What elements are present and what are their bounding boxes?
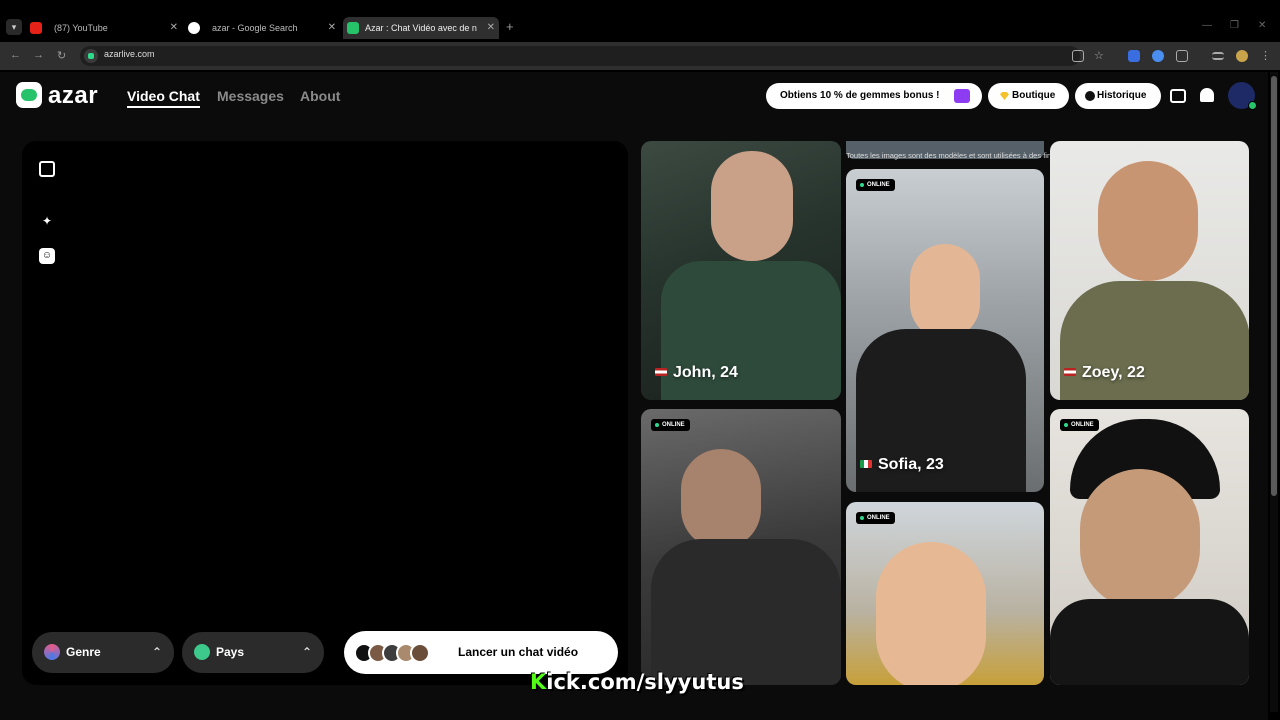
tab-google[interactable]: azar - Google Search ✕ [184, 17, 340, 39]
stream-overlay-text: Kick.com/slyyutus [530, 670, 744, 694]
url-field[interactable]: azarlive.com [80, 46, 1080, 66]
start-video-chat-button[interactable]: Lancer un chat vidéo [344, 631, 618, 674]
tab-search-button[interactable]: ▾ [6, 19, 22, 35]
us-flag-icon [655, 368, 667, 376]
avatar [410, 643, 430, 663]
azar-logo-icon[interactable] [16, 82, 42, 108]
close-tab-icon[interactable]: ✕ [487, 17, 495, 39]
profile-photo-body [1060, 281, 1249, 400]
chevron-up-icon: ⌃ [151, 645, 162, 659]
profile-photo-body [651, 539, 841, 685]
online-status-dot [1248, 101, 1257, 110]
azar-icon [347, 22, 359, 34]
install-app-icon[interactable] [1072, 50, 1084, 62]
profile-photo [681, 449, 761, 549]
profile-name: Sofia, 23 [860, 456, 944, 474]
google-icon [188, 22, 200, 34]
close-window-icon[interactable]: ✕ [1258, 20, 1266, 31]
profile-photo [910, 244, 980, 339]
profile-card[interactable]: ONLINE [1050, 409, 1249, 685]
new-tab-button[interactable]: + [506, 19, 514, 34]
face-filter-icon[interactable]: ☺ [39, 248, 55, 264]
scrollbar-thumb[interactable] [1271, 76, 1277, 496]
profile-name: John, 24 [655, 364, 738, 382]
profile-card[interactable]: ONLINE [846, 502, 1044, 685]
bonus-gems-button[interactable]: Obtiens 10 % de gemmes bonus ! [766, 83, 982, 109]
youtube-icon [30, 22, 42, 34]
profile-photo [876, 542, 986, 685]
inbox-icon[interactable] [1170, 89, 1186, 103]
close-tab-icon[interactable]: ✕ [328, 17, 336, 39]
nav-about[interactable]: About [300, 88, 340, 104]
bookmark-star-icon[interactable]: ☆ [1094, 50, 1106, 62]
profile-gallery: John, 24 ONLINE ONLINE Sofia, 23 ONLINE … [641, 141, 1249, 685]
address-bar-row: ← → ↻ azarlive.com ☆ ⋮ [0, 42, 1280, 70]
online-badge: ONLINE [1060, 419, 1099, 431]
it-flag-icon [860, 460, 872, 468]
history-button[interactable]: Historique [1075, 83, 1161, 109]
gender-filter-button[interactable]: Genre ⌃ [32, 632, 174, 673]
country-filter-button[interactable]: Pays ⌃ [182, 632, 324, 673]
expand-icon[interactable] [39, 161, 55, 177]
profile-photo [711, 151, 793, 261]
online-badge: ONLINE [856, 512, 895, 524]
gem-icon [1000, 92, 1009, 100]
profile-name: Zoey, 22 [1064, 364, 1145, 382]
minimize-icon[interactable]: — [1202, 20, 1212, 31]
tab-youtube[interactable]: (87) YouTube ✕ [26, 17, 182, 39]
close-tab-icon[interactable]: ✕ [170, 17, 178, 39]
video-preview-panel [22, 141, 628, 685]
extension-icon[interactable] [1152, 50, 1164, 62]
browser-menu-icon[interactable]: ⋮ [1260, 50, 1272, 62]
shop-button[interactable]: Boutique [988, 83, 1069, 109]
clock-icon [1085, 91, 1095, 101]
avatar[interactable] [1228, 82, 1257, 110]
extensions-puzzle-icon[interactable] [1176, 50, 1188, 62]
logo-text[interactable]: azar [48, 82, 98, 110]
scrollbar[interactable] [1270, 72, 1278, 712]
chevron-up-icon: ⌃ [301, 645, 312, 659]
online-badge: ONLINE [856, 179, 895, 191]
forward-icon[interactable]: → [33, 49, 44, 61]
gift-icon [954, 89, 970, 103]
site-info-icon[interactable] [84, 49, 98, 63]
globe-icon [194, 644, 210, 660]
reload-icon[interactable]: ↻ [57, 49, 66, 62]
profile-icon[interactable] [1236, 50, 1248, 62]
profile-photo [1098, 161, 1198, 281]
nav-messages[interactable]: Messages [217, 88, 284, 104]
us-flag-icon [1064, 368, 1076, 376]
profile-card-sofia[interactable]: ONLINE Sofia, 23 [846, 169, 1044, 492]
profile-card-zoey[interactable]: Zoey, 22 [1050, 141, 1249, 400]
avatar-stack [354, 643, 440, 663]
gender-icon [44, 644, 60, 660]
online-badge: ONLINE [651, 419, 690, 431]
nav-video-chat[interactable]: Video Chat [127, 88, 200, 108]
profile-card[interactable]: ONLINE [641, 409, 841, 685]
reading-list-icon[interactable] [1212, 52, 1224, 60]
profile-photo-body [1050, 599, 1249, 685]
extension-icon[interactable] [1128, 50, 1140, 62]
back-icon[interactable]: ← [10, 49, 21, 61]
magic-wand-icon[interactable]: ✦ [39, 213, 55, 229]
profile-photo [1080, 469, 1200, 609]
profile-card-john[interactable]: John, 24 [641, 141, 841, 400]
maximize-icon[interactable]: ❐ [1230, 20, 1239, 31]
bell-icon[interactable] [1200, 88, 1214, 102]
tab-azar[interactable]: Azar : Chat Vidéo avec de n ✕ [343, 17, 499, 39]
browser-tab-bar: ▾ (87) YouTube ✕ azar - Google Search ✕ … [0, 0, 1280, 42]
